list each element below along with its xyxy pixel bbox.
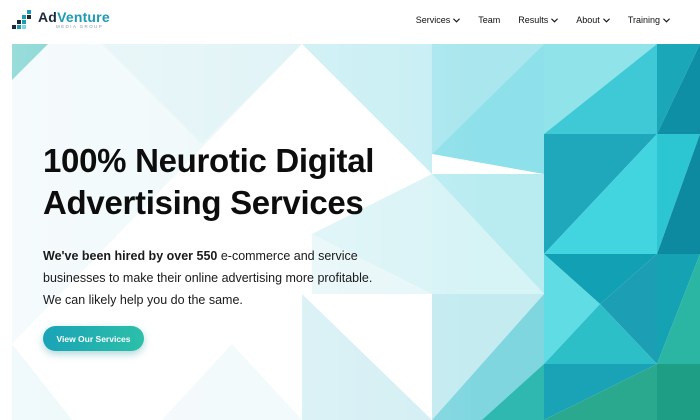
hero-headline: 100% Neurotic Digital Advertising Servic… — [43, 142, 375, 221]
view-services-button[interactable]: View Our Services — [43, 326, 144, 351]
lede-highlight: We've been hired by over 550 — [43, 249, 218, 263]
main-nav: Services Team Results About Training — [398, 15, 670, 25]
nav-item-results[interactable]: Results — [518, 15, 559, 25]
nav-item-about[interactable]: About — [576, 15, 610, 25]
logo-mark-icon — [12, 10, 31, 29]
site-header: AdVenture Media Group Services Team Resu… — [0, 0, 700, 44]
chevron-down-icon — [663, 17, 670, 23]
brand-tagline: Media Group — [56, 24, 104, 30]
chevron-down-icon — [602, 17, 610, 23]
hero-lede: We've been hired by over 550 e-commerce … — [43, 249, 373, 307]
chevron-down-icon — [453, 17, 461, 23]
nav-item-services[interactable]: Services — [416, 15, 461, 25]
nav-item-training[interactable]: Training — [628, 15, 670, 25]
hero-section: 100% Neurotic Digital Advertising Servic… — [12, 44, 700, 420]
brand-logo[interactable]: AdVenture Media Group — [12, 9, 110, 31]
brand-name: AdVenture — [38, 9, 110, 26]
chevron-down-icon — [551, 17, 559, 23]
geometric-background — [12, 44, 700, 420]
nav-item-team[interactable]: Team — [478, 15, 500, 25]
